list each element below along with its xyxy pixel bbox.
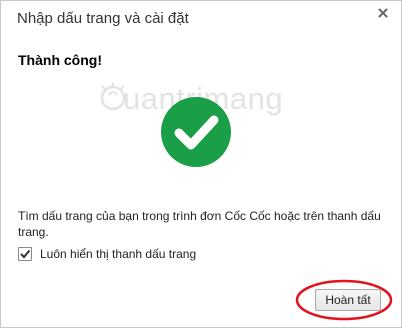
show-bookmarks-bar-checkbox[interactable] bbox=[18, 247, 32, 261]
dialog-title: Nhập dấu trang và cài đặt bbox=[17, 10, 189, 27]
success-heading: Thành công! bbox=[18, 52, 102, 68]
checkmark-icon bbox=[20, 249, 31, 259]
import-bookmarks-dialog: Nhập dấu trang và cài đặt Thành công! ua… bbox=[0, 0, 402, 328]
done-button[interactable]: Hoàn tất bbox=[315, 289, 381, 311]
watermark-logo: uantrimang bbox=[99, 81, 399, 121]
show-bookmarks-bar-option[interactable]: Luôn hiển thị thanh dấu trang bbox=[18, 246, 196, 262]
close-icon[interactable] bbox=[375, 5, 391, 21]
info-text: Tìm dấu trang của bạn trong trình đơn Cố… bbox=[18, 209, 381, 239]
checkmark-circle-icon bbox=[160, 96, 232, 168]
checkbox-label: Luôn hiển thị thanh dấu trang bbox=[40, 247, 197, 261]
